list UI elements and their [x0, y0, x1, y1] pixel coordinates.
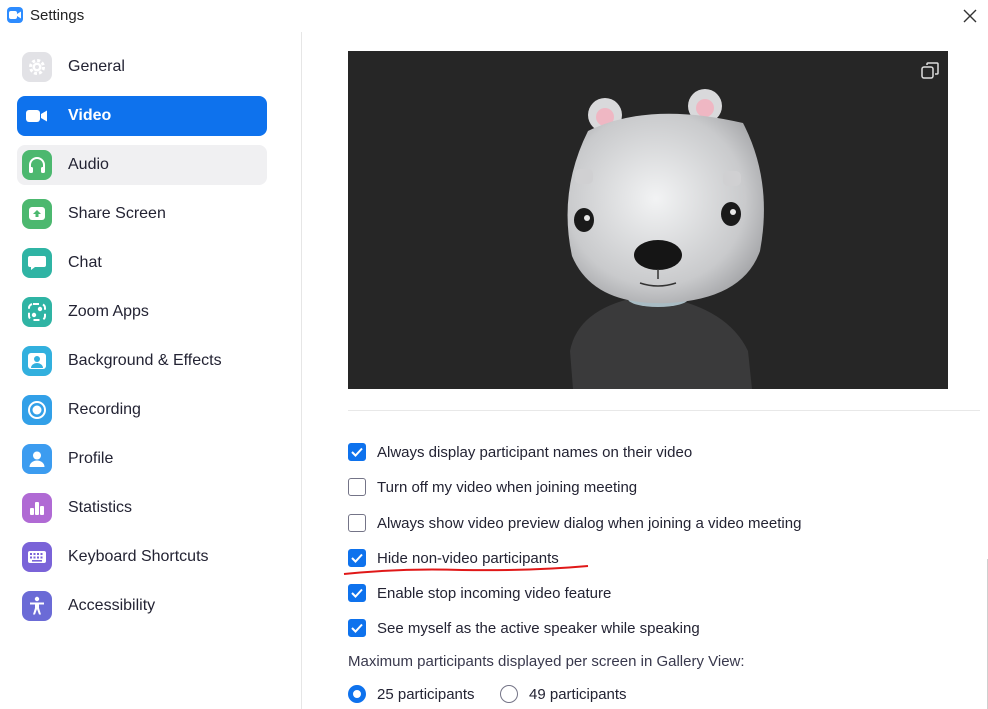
sidebar-item-label: Share Screen [68, 205, 166, 222]
option-label: Turn off my video when joining meeting [377, 478, 638, 496]
sidebar-item-audio[interactable]: Audio [17, 145, 267, 185]
sidebar-item-share-screen[interactable]: Share Screen [17, 194, 267, 234]
radio-option-25[interactable]: 25 participants [348, 683, 475, 705]
option-label: Always show video preview dialog when jo… [377, 514, 802, 532]
gallery-view-label: Maximum participants displayed per scree… [348, 653, 745, 670]
option-label: Always display participant names on thei… [377, 443, 693, 461]
sidebar-item-general[interactable]: General [17, 47, 267, 87]
title-bar: Settings [0, 0, 988, 32]
sidebar-item-label: Background & Effects [68, 352, 222, 369]
sidebar-item-label: Recording [68, 401, 141, 418]
sidebar-item-label: General [68, 58, 125, 75]
option-stop-incoming-video[interactable]: Enable stop incoming video feature [348, 582, 611, 604]
option-turn-off-video[interactable]: Turn off my video when joining meeting [348, 476, 637, 498]
option-label: See myself as the active speaker while s… [377, 619, 700, 637]
accessibility-icon [22, 591, 52, 621]
sidebar-item-label: Keyboard Shortcuts [68, 548, 209, 565]
red-underline-annotation [343, 565, 589, 575]
gear-icon [22, 52, 52, 82]
zoom-logo-icon [7, 7, 23, 23]
bar-chart-icon [22, 493, 52, 523]
person-icon [22, 444, 52, 474]
checkbox-checked[interactable] [348, 443, 366, 461]
record-icon [22, 395, 52, 425]
option-active-speaker[interactable]: See myself as the active speaker while s… [348, 617, 700, 639]
sidebar-item-label: Statistics [68, 499, 133, 516]
sidebar-item-video[interactable]: Video [17, 96, 267, 136]
radio-option-49[interactable]: 49 participants [500, 683, 627, 705]
video-camera-icon [22, 101, 52, 131]
settings-sidebar: General Video Audio Share Screen Chat Zo… [0, 32, 302, 709]
sidebar-item-label: Accessibility [68, 597, 156, 614]
sidebar-item-keyboard-shortcuts[interactable]: Keyboard Shortcuts [17, 537, 267, 577]
chat-bubble-icon [22, 248, 52, 278]
checkbox-checked[interactable] [348, 584, 366, 602]
radio-label: 49 participants [529, 685, 627, 703]
radio-unselected[interactable] [500, 685, 518, 703]
option-label: Enable stop incoming video feature [377, 584, 612, 602]
option-video-preview[interactable]: Always show video preview dialog when jo… [348, 512, 801, 534]
checkbox-unchecked[interactable] [348, 478, 366, 496]
sidebar-item-profile[interactable]: Profile [17, 439, 267, 479]
rotate-camera-icon[interactable] [920, 61, 940, 81]
video-preview [348, 51, 948, 389]
close-button[interactable] [958, 4, 982, 28]
radio-selected[interactable] [348, 685, 366, 703]
sidebar-item-label: Video [68, 107, 112, 124]
sidebar-item-label: Chat [68, 254, 102, 271]
background-person-icon [22, 346, 52, 376]
sidebar-item-chat[interactable]: Chat [17, 243, 267, 283]
sidebar-item-label: Audio [68, 156, 109, 173]
keyboard-icon [22, 542, 52, 572]
sidebar-item-background-effects[interactable]: Background & Effects [17, 341, 267, 381]
sidebar-item-zoom-apps[interactable]: Zoom Apps [17, 292, 267, 332]
close-icon [963, 9, 977, 23]
window-title: Settings [30, 7, 85, 24]
share-screen-icon [22, 199, 52, 229]
sidebar-item-label: Profile [68, 450, 114, 467]
avatar-preview-image [567, 89, 764, 389]
zoom-apps-icon [22, 297, 52, 327]
divider [348, 410, 980, 411]
headphones-icon [22, 150, 52, 180]
option-display-names[interactable]: Always display participant names on thei… [348, 441, 692, 463]
sidebar-item-label: Zoom Apps [68, 303, 149, 320]
checkbox-checked[interactable] [348, 619, 366, 637]
sidebar-item-recording[interactable]: Recording [17, 390, 267, 430]
checkbox-unchecked[interactable] [348, 514, 366, 532]
sidebar-item-statistics[interactable]: Statistics [17, 488, 267, 528]
video-settings-panel: Always display participant names on thei… [302, 32, 988, 709]
radio-label: 25 participants [377, 685, 475, 703]
sidebar-item-accessibility[interactable]: Accessibility [17, 586, 267, 626]
